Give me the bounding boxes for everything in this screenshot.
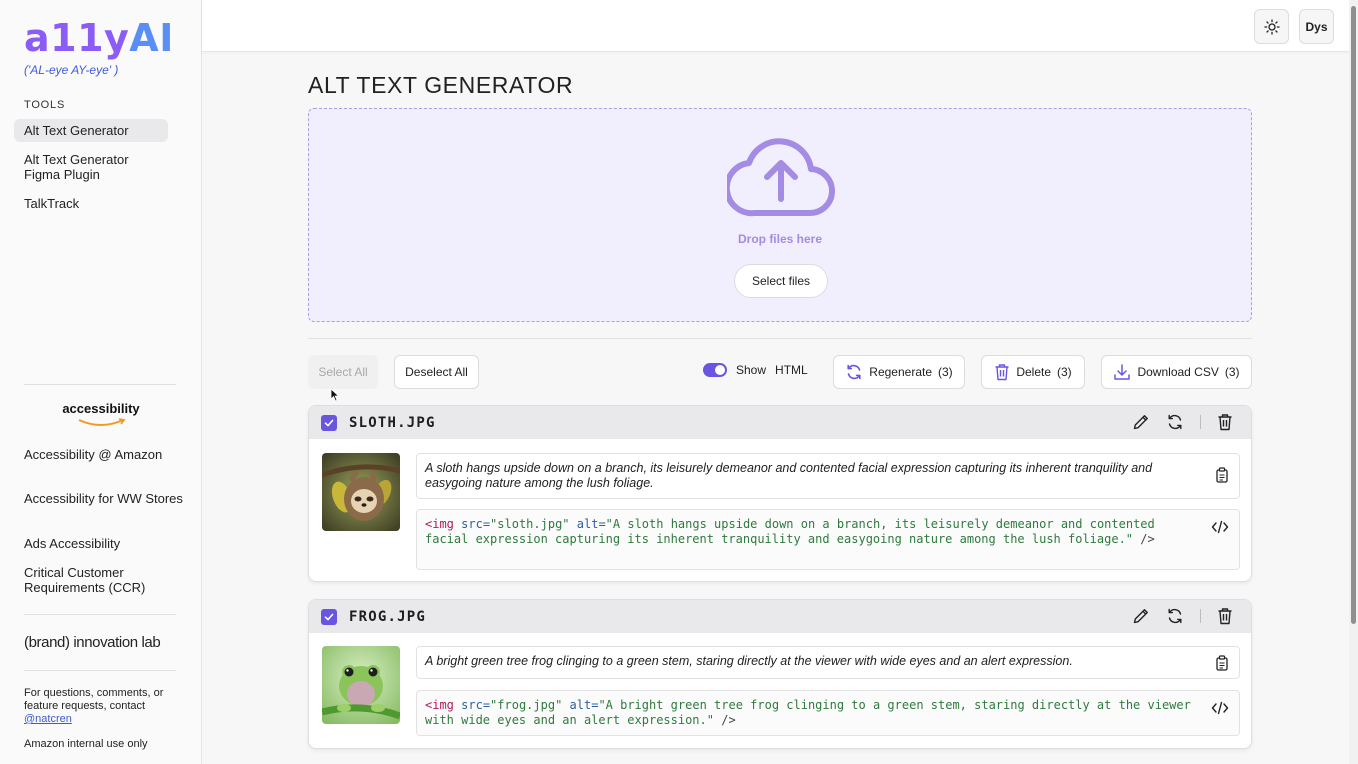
theme-toggle-button[interactable] bbox=[1254, 9, 1289, 44]
trash-icon bbox=[995, 364, 1009, 381]
accessibility-logo[interactable]: accessibility bbox=[61, 400, 141, 428]
delete-button[interactable]: Delete (3) bbox=[981, 355, 1085, 389]
actions-separator bbox=[1200, 609, 1201, 623]
actions-separator bbox=[1200, 415, 1201, 429]
file-name: SLOTH.JPG bbox=[349, 415, 436, 431]
internal-use-note: Amazon internal use only bbox=[24, 738, 148, 750]
sidebar-item-talktrack[interactable]: TalkTrack bbox=[14, 192, 168, 215]
sidebar-item-alt-text-generator[interactable]: Alt Text Generator bbox=[14, 119, 168, 142]
html-code: <img src="sloth.jpg" alt="A sloth hangs … bbox=[425, 517, 1162, 546]
brand-innovation-lab-logo[interactable]: (brand) innovation lab bbox=[24, 634, 161, 651]
scrollbar[interactable] bbox=[1349, 0, 1358, 764]
frog-image bbox=[322, 646, 400, 724]
file-dropzone[interactable]: Drop files here Select files bbox=[308, 108, 1252, 322]
html-code: <img src="frog.jpg" alt="A bright green … bbox=[425, 698, 1199, 727]
card-actions bbox=[1132, 413, 1233, 431]
dyslexia-font-button[interactable]: Dys bbox=[1299, 9, 1334, 44]
refresh-icon bbox=[847, 364, 861, 380]
smile-arrow-icon bbox=[78, 418, 126, 426]
toggle-switch[interactable] bbox=[703, 363, 727, 377]
check-icon bbox=[324, 613, 334, 621]
file-name: FROG.JPG bbox=[349, 609, 427, 625]
sun-icon bbox=[1263, 18, 1280, 35]
image-card-frog: FROG.JPG A bright green tree frog clingi… bbox=[308, 599, 1252, 749]
page-title: ALT TEXT GENERATOR bbox=[308, 72, 574, 98]
deselect-all-button[interactable]: Deselect All bbox=[394, 355, 479, 389]
download-icon bbox=[1114, 364, 1131, 380]
pencil-icon[interactable] bbox=[1132, 607, 1150, 625]
image-card-sloth: SLOTH.JPG A sloth hangs upside down on a… bbox=[308, 405, 1252, 582]
html-code-box[interactable]: <img src="sloth.jpg" alt="A sloth hangs … bbox=[416, 509, 1240, 570]
card-header: FROG.JPG bbox=[309, 600, 1251, 633]
show-label: Show bbox=[736, 363, 767, 377]
link-ads-accessibility[interactable]: Ads Accessibility bbox=[24, 536, 184, 551]
sidebar-item-figma-plugin[interactable]: Alt Text Generator Figma Plugin bbox=[14, 148, 168, 186]
alt-text-box[interactable]: A bright green tree frog clinging to a g… bbox=[416, 646, 1240, 679]
trash-icon[interactable] bbox=[1217, 607, 1233, 625]
top-bar: Dys bbox=[202, 0, 1349, 52]
link-accessibility-amazon[interactable]: Accessibility @ Amazon bbox=[24, 447, 184, 462]
link-ccr[interactable]: Critical Customer Requirements (CCR) bbox=[24, 565, 184, 595]
sidebar-divider bbox=[24, 614, 176, 615]
show-html-toggle[interactable]: Show HTML bbox=[703, 363, 808, 377]
drop-files-label: Drop files here bbox=[737, 232, 823, 246]
select-all-button[interactable]: Select All bbox=[308, 355, 378, 389]
contact-note: For questions, comments, or feature requ… bbox=[24, 687, 164, 725]
trash-icon[interactable] bbox=[1217, 413, 1233, 431]
logo-text: a11yAI bbox=[24, 16, 174, 60]
tools-heading: TOOLS bbox=[24, 99, 66, 111]
select-checkbox[interactable] bbox=[321, 609, 337, 625]
sidebar: a11yAI ('AL-eye AY-eye' ) TOOLS Alt Text… bbox=[0, 0, 202, 764]
pencil-icon[interactable] bbox=[1132, 413, 1150, 431]
scrollbar-thumb[interactable] bbox=[1351, 6, 1356, 624]
image-thumbnail-frog bbox=[322, 646, 400, 724]
pronunciation: ('AL-eye AY-eye' ) bbox=[24, 63, 119, 77]
card-actions bbox=[1132, 607, 1233, 625]
refresh-icon[interactable] bbox=[1166, 413, 1184, 431]
alt-text-box[interactable]: A sloth hangs upside down on a branch, i… bbox=[416, 453, 1240, 499]
image-thumbnail-sloth bbox=[322, 453, 400, 531]
check-icon bbox=[324, 419, 334, 427]
alt-text: A bright green tree frog clinging to a g… bbox=[425, 654, 1073, 668]
cloud-upload-icon bbox=[727, 138, 835, 217]
card-header: SLOTH.JPG bbox=[309, 406, 1251, 439]
code-icon[interactable] bbox=[1211, 701, 1229, 715]
sidebar-divider bbox=[24, 670, 176, 671]
download-csv-button[interactable]: Download CSV (3) bbox=[1101, 355, 1252, 389]
refresh-icon[interactable] bbox=[1166, 607, 1184, 625]
copy-icon[interactable] bbox=[1215, 467, 1229, 483]
code-icon[interactable] bbox=[1211, 520, 1229, 534]
section-divider bbox=[308, 338, 1252, 339]
app-logo[interactable]: a11yAI bbox=[24, 18, 174, 58]
html-code-box[interactable]: <img src="frog.jpg" alt="A bright green … bbox=[416, 690, 1240, 736]
mouse-cursor-icon bbox=[330, 388, 340, 402]
contact-link[interactable]: @natcren bbox=[24, 713, 72, 725]
regenerate-button[interactable]: Regenerate (3) bbox=[833, 355, 965, 389]
sidebar-divider bbox=[24, 384, 176, 385]
app-root: a11yAI ('AL-eye AY-eye' ) TOOLS Alt Text… bbox=[0, 0, 1358, 764]
link-accessibility-ww-stores[interactable]: Accessibility for WW Stores bbox=[24, 491, 184, 506]
sloth-image bbox=[322, 453, 400, 531]
select-files-button[interactable]: Select files bbox=[734, 264, 828, 298]
select-checkbox[interactable] bbox=[321, 415, 337, 431]
copy-icon[interactable] bbox=[1215, 655, 1229, 671]
html-label: HTML bbox=[775, 363, 808, 377]
alt-text: A sloth hangs upside down on a branch, i… bbox=[425, 461, 1153, 490]
